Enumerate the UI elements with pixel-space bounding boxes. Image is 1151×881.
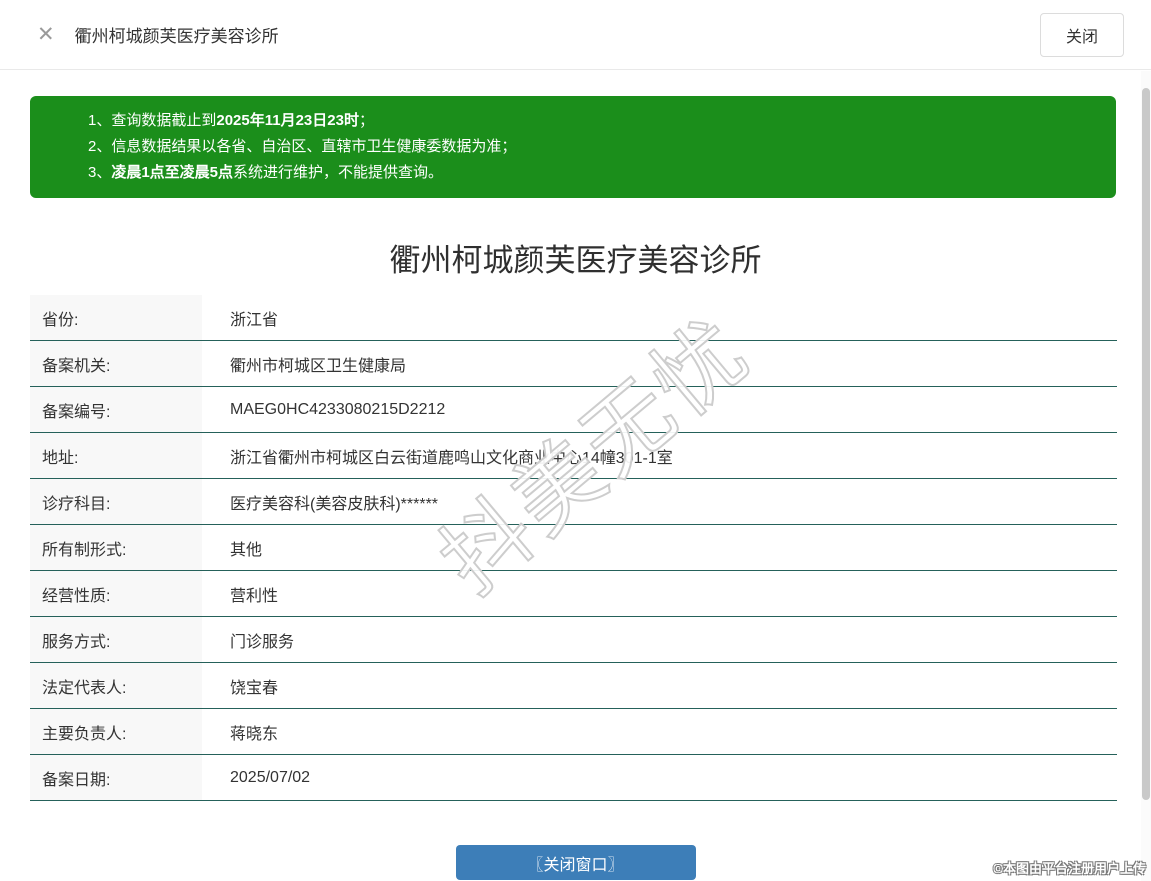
close-button[interactable]: 关闭 (1039, 12, 1124, 57)
row-value: 医疗美容科(美容皮肤科)****** (230, 495, 439, 513)
notice-line-1-num: 1、 (88, 112, 112, 129)
notice-line-1-text: 查询数据截止到 (111, 112, 217, 129)
notice-line-3-post: 系统进行维护，不能提供查询。 (233, 164, 444, 181)
row-label: 诊疗科目: (30, 479, 202, 524)
row-label: 省份: (30, 295, 202, 340)
close-x-icon[interactable]: ✕ (37, 24, 55, 45)
notice-line-1-post: ； (358, 112, 374, 129)
row-value: 蒋晓东 (230, 725, 279, 743)
notice-line-2-num: 2、 (88, 138, 112, 155)
table-row: 地址: 浙江省衢州市柯城区白云街道鹿鸣山文化商业中心14幢301-1室 (30, 433, 1117, 479)
row-value: 其他 (230, 541, 263, 559)
notice-line-1-bold: 2025年11月23日23时 (216, 112, 359, 129)
header: ✕ 衢州柯城颜芙医疗美容诊所 关闭 (0, 0, 1151, 70)
row-label: 地址: (30, 433, 202, 478)
row-label: 经营性质: (30, 571, 202, 616)
row-value: 浙江省衢州市柯城区白云街道鹿鸣山文化商业中心14幢301-1室 (230, 449, 673, 467)
table-row: 备案日期: 2025/07/02 (30, 755, 1117, 801)
table-row: 备案机关: 衢州市柯城区卫生健康局 (30, 341, 1117, 387)
row-label: 备案机关: (30, 341, 202, 386)
copyright-text: ©本图由平台注册用户上传 (993, 861, 1146, 876)
table-row: 备案编号: MAEG0HC4233080215D2212 (30, 387, 1117, 433)
row-value: 2025/07/02 (230, 768, 311, 786)
scrollbar-thumb[interactable] (1142, 88, 1150, 800)
table-row: 所有制形式: 其他 (30, 525, 1117, 571)
table-row: 主要负责人: 蒋晓东 (30, 709, 1117, 755)
notice-line-2-text: 信息数据结果以各省、自治区、直辖市卫生健康委数据为准； (111, 138, 517, 155)
row-label: 备案编号: (30, 387, 202, 432)
notice-line-2: 2、信息数据结果以各省、自治区、直辖市卫生健康委数据为准； (88, 134, 1096, 160)
close-window-button[interactable]: 〖关闭窗口〗 (455, 845, 696, 880)
row-label: 主要负责人: (30, 709, 202, 754)
info-table: 省份: 浙江省 备案机关: 衢州市柯城区卫生健康局 备案编号: MAEG0HC4… (30, 295, 1117, 801)
table-row: 经营性质: 营利性 (30, 571, 1117, 617)
notice-line-3: 3、凌晨1点至凌晨5点系统进行维护，不能提供查询。 (88, 160, 1096, 186)
notice-line-1: 1、查询数据截止到2025年11月23日23时； (88, 108, 1096, 134)
table-row: 服务方式: 门诊服务 (30, 617, 1117, 663)
notice-line-3-num: 3、 (88, 164, 112, 181)
row-value: 饶宝春 (230, 679, 279, 697)
button-row: 〖关闭窗口〗 (0, 845, 1151, 880)
row-label: 服务方式: (30, 617, 202, 662)
header-title: 衢州柯城颜芙医疗美容诊所 (74, 27, 279, 46)
table-row: 诊疗科目: 医疗美容科(美容皮肤科)****** (30, 479, 1117, 525)
row-value: MAEG0HC4233080215D2212 (230, 400, 446, 418)
row-value: 浙江省 (230, 311, 279, 329)
table-row: 省份: 浙江省 (30, 295, 1117, 341)
row-label: 法定代表人: (30, 663, 202, 708)
row-value: 营利性 (230, 587, 279, 605)
page-title: 衢州柯城颜芙医疗美容诊所 (389, 243, 762, 278)
row-value: 门诊服务 (230, 633, 295, 651)
row-label: 备案日期: (30, 755, 202, 800)
notice-box: 1、查询数据截止到2025年11月23日23时； 2、信息数据结果以各省、自治区… (30, 96, 1116, 198)
row-value: 衢州市柯城区卫生健康局 (230, 357, 407, 375)
row-label: 所有制形式: (30, 525, 202, 570)
table-row: 法定代表人: 饶宝春 (30, 663, 1117, 709)
notice-line-3-bold: 凌晨1点至凌晨5点 (111, 164, 234, 181)
scrollbar[interactable] (1141, 71, 1151, 881)
